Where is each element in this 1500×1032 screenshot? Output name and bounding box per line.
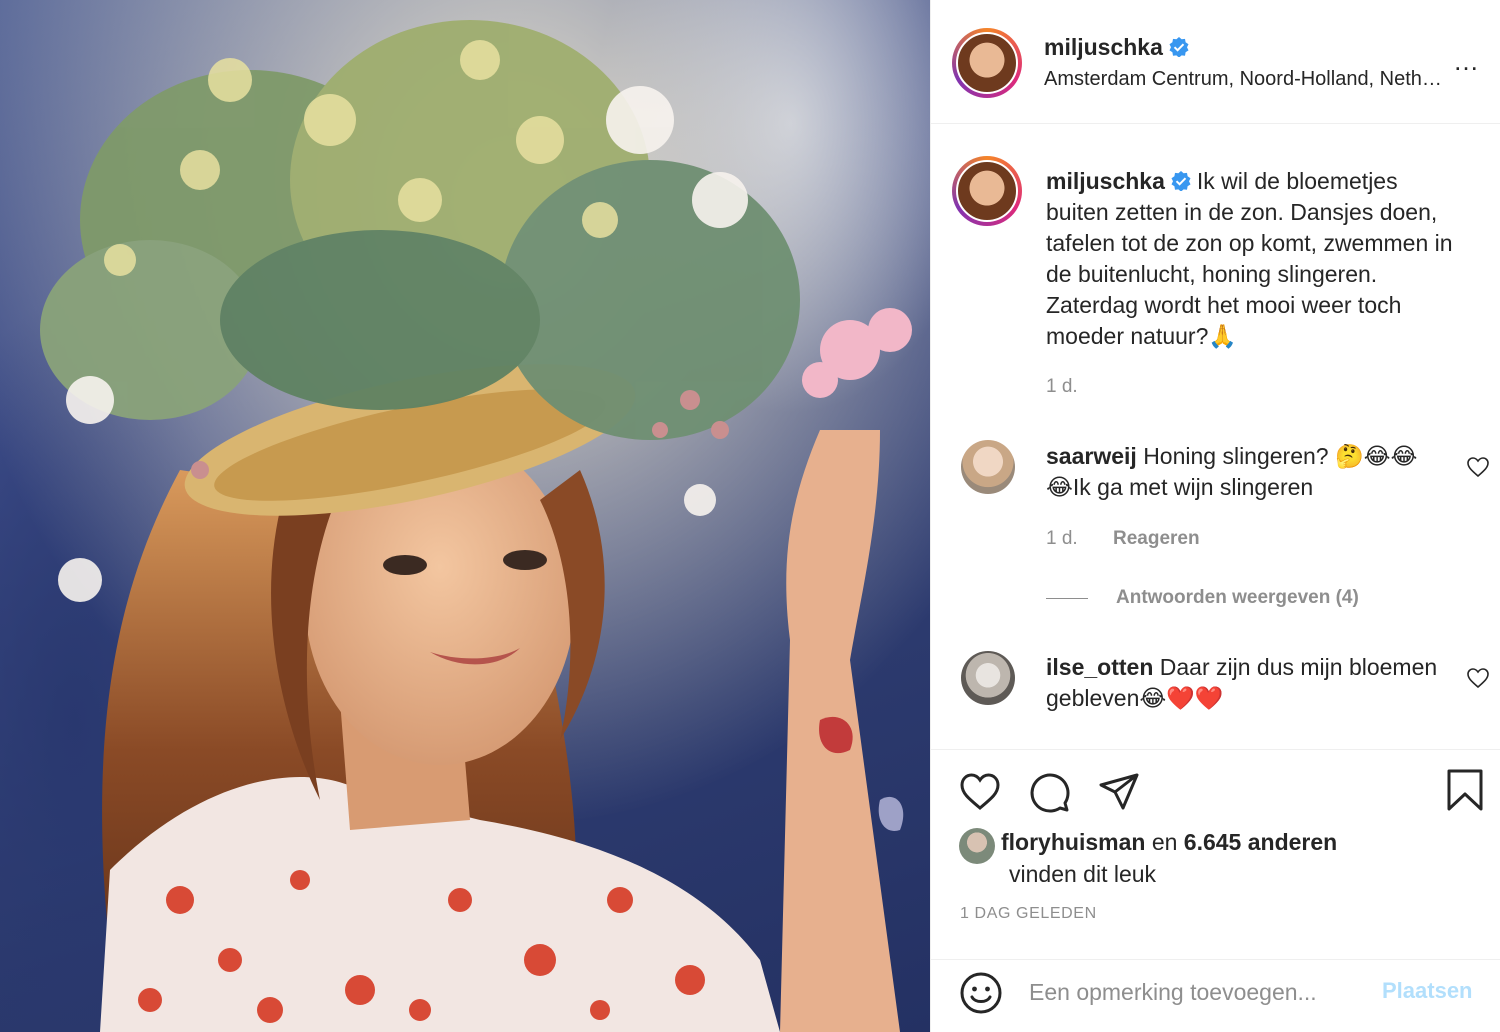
- post-timestamp[interactable]: 1 DAG GELEDEN: [960, 905, 1097, 923]
- post-header: miljuschka Amsterdam Centrum, Noord-Holl…: [931, 0, 1500, 124]
- bookmark-icon[interactable]: [1443, 768, 1487, 812]
- comment-like-heart-icon[interactable]: [1466, 666, 1490, 690]
- caption-avatar[interactable]: [952, 156, 1022, 226]
- comment-username[interactable]: ilse_otten: [1046, 654, 1153, 680]
- replies-divider: [1046, 598, 1088, 599]
- comment-input[interactable]: [1029, 974, 1369, 1010]
- more-options-icon[interactable]: …: [1453, 48, 1481, 74]
- view-replies-label: Antwoorden weergeven (4): [1116, 587, 1359, 608]
- comment-item: ilse_otten Daar zijn dus mijn bloemen ge…: [1046, 652, 1441, 714]
- comment-icon[interactable]: [1027, 770, 1071, 814]
- author-line: miljuschka: [1044, 34, 1189, 61]
- comment-item: saarweij Honing slingeren? 🤔😂😂😂Ik ga met…: [1046, 441, 1441, 503]
- view-replies-button[interactable]: Antwoorden weergeven (4): [1116, 587, 1359, 609]
- comment-like-heart-icon[interactable]: [1466, 455, 1490, 479]
- comment-meta: 1 d. Reageren: [1046, 528, 1200, 550]
- post-photo-illustration: [0, 0, 930, 1032]
- author-username[interactable]: miljuschka: [1044, 34, 1163, 60]
- post-image[interactable]: [0, 0, 930, 1032]
- first-liker[interactable]: floryhuisman: [1001, 829, 1145, 855]
- post-comment-button[interactable]: Plaatsen: [1382, 978, 1473, 1004]
- likes-count-button[interactable]: 6.645 anderen: [1184, 829, 1337, 855]
- comment-composer: Plaatsen: [931, 960, 1500, 1032]
- liker-avatar[interactable]: [959, 828, 995, 864]
- comments-section: miljuschka Ik wil de bloemetjes buiten ze…: [931, 124, 1500, 750]
- commenter-avatar[interactable]: [961, 440, 1015, 494]
- caption-time[interactable]: 1 d.: [1046, 376, 1078, 398]
- likes-summary: floryhuisman en 6.645 anderen: [1001, 827, 1337, 858]
- author-avatar[interactable]: [952, 28, 1022, 98]
- emoji-icon[interactable]: [959, 971, 1003, 1015]
- likes-suffix: vinden dit leuk: [1009, 861, 1157, 887]
- caption-username[interactable]: miljuschka: [1046, 168, 1165, 194]
- commenter-avatar[interactable]: [961, 651, 1015, 705]
- post-actions: floryhuisman en 6.645 anderen vinden dit…: [931, 750, 1500, 960]
- verified-badge-icon: [1169, 37, 1189, 57]
- reply-button[interactable]: Reageren: [1113, 528, 1200, 549]
- post-location[interactable]: Amsterdam Centrum, Noord-Holland, Neth…: [1044, 68, 1442, 91]
- likes-connector: en: [1151, 829, 1178, 855]
- comment-time[interactable]: 1 d.: [1046, 528, 1078, 549]
- caption-text: Ik wil de bloemetjes buiten zetten in de…: [1046, 168, 1453, 349]
- caption: miljuschka Ik wil de bloemetjes buiten ze…: [1046, 166, 1466, 352]
- verified-badge-icon: [1171, 171, 1191, 191]
- heart-icon[interactable]: [958, 770, 1002, 814]
- share-icon[interactable]: [1097, 770, 1141, 814]
- post-sidebar: miljuschka Amsterdam Centrum, Noord-Holl…: [930, 0, 1500, 1032]
- comment-username[interactable]: saarweij: [1046, 443, 1137, 469]
